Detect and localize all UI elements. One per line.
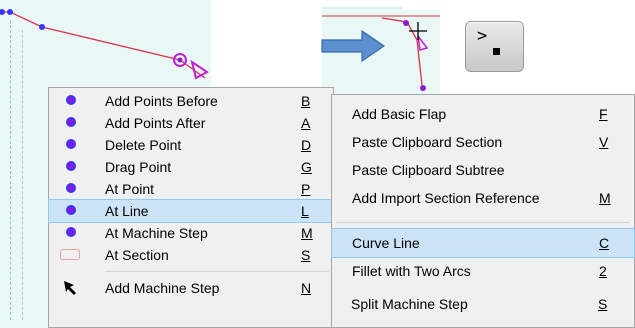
purple-point-icon: [66, 227, 76, 237]
menu-item-curve-line[interactable]: Curve Line C: [331, 228, 635, 258]
menu-item-at-machine-step[interactable]: At Machine Step M: [49, 222, 333, 244]
menu-item-add-points-after[interactable]: Add Points After A: [49, 112, 333, 134]
menu-item-at-line[interactable]: At Line L: [48, 199, 334, 223]
menu-item-add-import-section-reference[interactable]: Add Import Section Reference M: [332, 184, 634, 212]
purple-point-icon: [66, 205, 76, 215]
context-menu-points: Add Points Before B Add Points After A D…: [48, 87, 334, 328]
transition-arrow-icon: [321, 29, 386, 63]
menu-item-fillet-with-two-arcs[interactable]: Fillet with Two Arcs 2: [332, 257, 634, 285]
menu-item-at-point[interactable]: At Point P: [49, 178, 333, 200]
cursor-arrow-icon: [64, 281, 76, 295]
menu-separator: [105, 271, 329, 272]
menu-item-paste-clipboard-section[interactable]: Paste Clipboard Section V: [332, 128, 634, 156]
purple-point-icon: [66, 117, 76, 127]
point-marker[interactable]: [7, 9, 13, 15]
crosshair-cursor-icon: [409, 22, 427, 40]
purple-point-icon: [66, 139, 76, 149]
purple-point-icon: [66, 95, 76, 105]
menu-item-add-basic-flap[interactable]: Add Basic Flap F: [332, 100, 634, 128]
purple-point-icon: [66, 161, 76, 171]
menu-separator: [336, 222, 630, 223]
console-prompt-button[interactable]: >: [465, 21, 524, 72]
purple-point-icon: [66, 183, 76, 193]
menu-item-drag-point[interactable]: Drag Point G: [49, 156, 333, 178]
profile-drawing: [0, 9, 209, 80]
prompt-symbol: >: [477, 26, 488, 46]
menu-item-delete-point[interactable]: Delete Point D: [49, 134, 333, 156]
menu-item-split-machine-step[interactable]: Split Machine Step S: [331, 290, 635, 318]
menu-item-at-section[interactable]: At Section S: [49, 244, 333, 266]
menu-item-paste-clipboard-subtree[interactable]: Paste Clipboard Subtree: [332, 156, 634, 184]
cursor-block-icon: [493, 48, 500, 55]
point-marker[interactable]: [39, 24, 45, 30]
menu-item-add-machine-step[interactable]: Add Machine Step N: [49, 277, 333, 299]
direction-marker-icon: [190, 59, 209, 80]
menu-item-add-points-before[interactable]: Add Points Before B: [49, 90, 333, 112]
point-marker[interactable]: [0, 9, 5, 15]
section-rect-icon: [60, 249, 80, 260]
